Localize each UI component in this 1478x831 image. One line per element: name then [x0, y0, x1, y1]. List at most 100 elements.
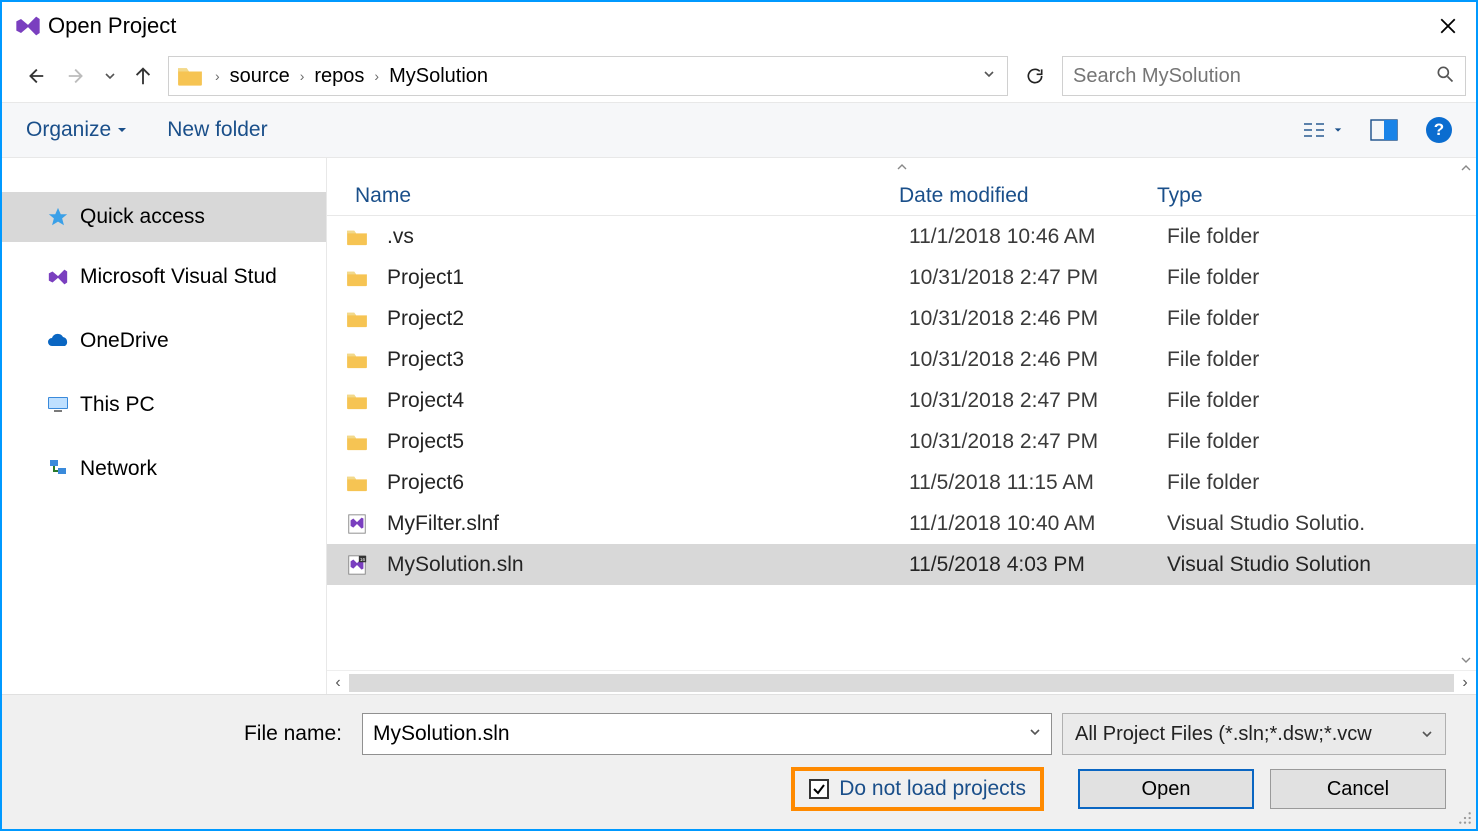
open-button-label: Open: [1142, 778, 1191, 801]
horizontal-scrollbar[interactable]: ‹ ›: [327, 670, 1476, 694]
search-icon[interactable]: [1435, 64, 1455, 89]
sidebar-item-microsoft-visual-stud[interactable]: Microsoft Visual Stud: [2, 252, 326, 302]
resize-grip-icon[interactable]: [1458, 811, 1472, 825]
sidebar-item-onedrive[interactable]: OneDrive: [2, 316, 326, 366]
search-input[interactable]: [1073, 65, 1435, 88]
file-name: Project4: [387, 389, 897, 413]
breadcrumb-seg-0[interactable]: source: [226, 65, 294, 88]
sidebar-item-this-pc[interactable]: This PC: [2, 380, 326, 430]
scroll-left-button[interactable]: ‹: [327, 674, 349, 692]
breadcrumb-dropdown[interactable]: [979, 67, 999, 85]
filename-combobox[interactable]: [362, 713, 1052, 755]
file-row[interactable]: Project410/31/2018 2:47 PMFile folder: [327, 380, 1476, 421]
cancel-button[interactable]: Cancel: [1270, 769, 1446, 809]
chevron-right-icon[interactable]: ›: [209, 68, 226, 84]
file-date: 10/31/2018 2:46 PM: [897, 348, 1155, 372]
file-name: Project1: [387, 266, 897, 290]
nav-forward-button[interactable]: [60, 59, 94, 93]
breadcrumb-seg-1[interactable]: repos: [310, 65, 368, 88]
breadcrumb-bar[interactable]: › source › repos › MySolution: [168, 56, 1008, 96]
do-not-load-projects-checkbox[interactable]: [809, 779, 829, 799]
folder-icon: [327, 392, 387, 410]
file-row[interactable]: Project310/31/2018 2:46 PMFile folder: [327, 339, 1476, 380]
folder-icon: [177, 65, 203, 87]
sidebar-item-label: This PC: [80, 393, 155, 417]
file-row[interactable]: 16MySolution.sln11/5/2018 4:03 PMVisual …: [327, 544, 1476, 585]
folder-icon: [327, 310, 387, 328]
scroll-down-button[interactable]: [1456, 650, 1476, 670]
cancel-button-label: Cancel: [1327, 778, 1389, 801]
file-name: Project3: [387, 348, 897, 372]
chevron-right-icon[interactable]: ›: [294, 68, 311, 84]
filename-label: File name:: [32, 722, 352, 746]
file-row[interactable]: .vs11/1/2018 10:46 AMFile folder: [327, 216, 1476, 257]
do-not-load-projects-highlight: Do not load projects: [791, 767, 1044, 811]
file-pane: Name Date modified Type .vs11/1/2018 10:…: [326, 158, 1476, 694]
scroll-right-button[interactable]: ›: [1454, 674, 1476, 692]
toolbar: Organize New folder ?: [2, 102, 1476, 158]
organize-button[interactable]: Organize: [26, 118, 127, 142]
scrollbar-track[interactable]: [349, 674, 1454, 692]
file-row[interactable]: Project110/31/2018 2:47 PMFile folder: [327, 257, 1476, 298]
folder-icon: [327, 228, 387, 246]
column-date[interactable]: Date modified: [887, 184, 1145, 208]
file-name: MyFilter.slnf: [387, 512, 897, 536]
open-button[interactable]: Open: [1078, 769, 1254, 809]
file-row[interactable]: Project611/5/2018 11:15 AMFile folder: [327, 462, 1476, 503]
breadcrumb-seg-2[interactable]: MySolution: [385, 65, 492, 88]
search-box[interactable]: [1062, 56, 1466, 96]
file-type: File folder: [1155, 225, 1476, 249]
sidebar-item-label: Quick access: [80, 205, 205, 229]
sidebar-item-label: Microsoft Visual Stud: [80, 265, 277, 289]
file-date: 11/5/2018 11:15 AM: [897, 471, 1155, 495]
titlebar: Open Project: [2, 2, 1476, 50]
file-type: Visual Studio Solutio.: [1155, 512, 1476, 536]
folder-icon: [327, 351, 387, 369]
new-folder-button[interactable]: New folder: [167, 118, 267, 142]
file-date: 10/31/2018 2:46 PM: [897, 307, 1155, 331]
refresh-button[interactable]: [1016, 56, 1054, 96]
file-date: 10/31/2018 2:47 PM: [897, 430, 1155, 454]
column-type[interactable]: Type: [1145, 184, 1476, 208]
organize-label: Organize: [26, 118, 111, 142]
file-type: File folder: [1155, 471, 1476, 495]
file-row[interactable]: MyFilter.slnf11/1/2018 10:40 AMVisual St…: [327, 503, 1476, 544]
file-name: Project6: [387, 471, 897, 495]
folder-icon: [327, 433, 387, 451]
file-type-filter[interactable]: All Project Files (*.sln;*.dsw;*.vcw: [1062, 713, 1446, 755]
file-row[interactable]: Project210/31/2018 2:46 PMFile folder: [327, 298, 1476, 339]
preview-pane-button[interactable]: [1370, 119, 1398, 141]
nav-up-button[interactable]: [126, 59, 160, 93]
help-button[interactable]: ?: [1426, 117, 1452, 143]
chevron-down-icon[interactable]: [1029, 725, 1041, 743]
file-row[interactable]: Project510/31/2018 2:47 PMFile folder: [327, 421, 1476, 462]
sidebar-item-network[interactable]: Network: [2, 444, 326, 494]
file-name: Project2: [387, 307, 897, 331]
do-not-load-projects-label: Do not load projects: [839, 777, 1026, 801]
nav-bar: › source › repos › MySolution: [2, 50, 1476, 102]
file-type: Visual Studio Solution: [1155, 553, 1476, 577]
sidebar-item-label: OneDrive: [80, 329, 169, 353]
file-date: 11/1/2018 10:40 AM: [897, 512, 1155, 536]
file-type: File folder: [1155, 266, 1476, 290]
scroll-up-button[interactable]: [1456, 158, 1476, 178]
filename-input[interactable]: [373, 722, 1029, 746]
main-area: Quick access Microsoft Visual Stud OneDriv…: [2, 158, 1476, 694]
nav-back-button[interactable]: [18, 59, 52, 93]
vs-logo-icon: [14, 12, 42, 40]
sidebar-item-quick-access[interactable]: Quick access: [2, 192, 326, 242]
file-name: MySolution.sln: [387, 553, 897, 577]
file-type: File folder: [1155, 389, 1476, 413]
chevron-right-icon[interactable]: ›: [368, 68, 385, 84]
column-name[interactable]: Name: [327, 184, 887, 208]
nav-history-dropdown[interactable]: [102, 59, 118, 93]
chevron-down-icon[interactable]: [1421, 723, 1433, 746]
column-header-scroll-up[interactable]: [327, 158, 1476, 176]
close-button[interactable]: [1428, 6, 1468, 46]
file-date: 10/31/2018 2:47 PM: [897, 389, 1155, 413]
file-date: 11/1/2018 10:46 AM: [897, 225, 1155, 249]
folder-icon: [327, 269, 387, 287]
view-options-button[interactable]: [1302, 120, 1342, 140]
column-headers[interactable]: Name Date modified Type: [327, 176, 1476, 216]
bottom-panel: File name: All Project Files (*.sln;*.ds…: [2, 694, 1476, 829]
